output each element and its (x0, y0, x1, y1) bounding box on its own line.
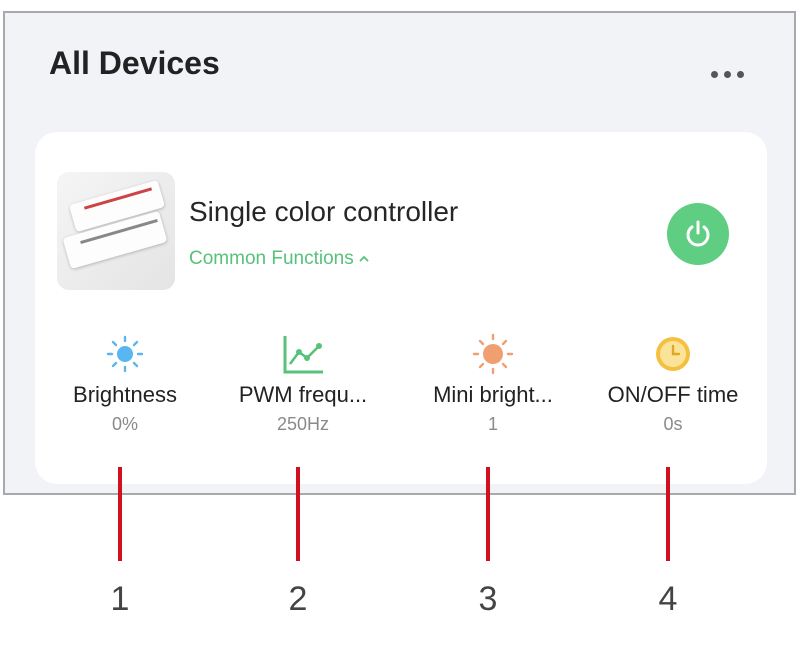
function-label: PWM frequ... (238, 382, 368, 407)
more-options-icon[interactable] (711, 71, 751, 81)
power-button[interactable] (667, 203, 729, 265)
page-title: All Devices (49, 45, 220, 81)
marker-line-1 (118, 467, 122, 561)
device-thumbnail[interactable] (57, 172, 175, 290)
function-value: 0s (663, 414, 683, 434)
marker-line-2 (296, 467, 300, 561)
function-label: Brightness (73, 382, 177, 407)
function-value: 1 (487, 414, 498, 434)
marker-number-2: 2 (288, 580, 308, 618)
sun-icon (472, 333, 514, 375)
function-label: ON/OFF time (607, 382, 739, 407)
power-icon (686, 220, 710, 247)
common-functions-label: Common Functions (189, 248, 354, 269)
function-value: 0% (111, 414, 138, 434)
marker-line-3 (486, 467, 490, 561)
chevron-up-icon (359, 255, 369, 262)
function-mini-brightness[interactable]: Mini bright... 1 (403, 332, 583, 435)
line-chart-icon (283, 336, 323, 374)
marker-number-4: 4 (658, 580, 678, 618)
sun-icon (106, 335, 144, 373)
device-card[interactable]: Single color controller Common Functions (35, 132, 767, 484)
function-brightness[interactable]: Brightness 0% (35, 332, 215, 435)
common-functions-link[interactable]: Common Functions (189, 248, 370, 270)
function-on-off-time[interactable]: ON/OFF time 0s (583, 332, 763, 435)
function-pwm-frequency[interactable]: PWM frequ... 250Hz (213, 332, 393, 435)
marker-number-1: 1 (110, 580, 130, 618)
clock-icon (656, 337, 690, 371)
marker-line-4 (666, 467, 670, 561)
app-window: All Devices Single color controller Comm… (3, 11, 796, 495)
function-value: 250Hz (276, 414, 330, 434)
marker-number-3: 3 (478, 580, 498, 618)
function-label: Mini bright... (433, 382, 553, 407)
device-name: Single color controller (189, 196, 459, 227)
